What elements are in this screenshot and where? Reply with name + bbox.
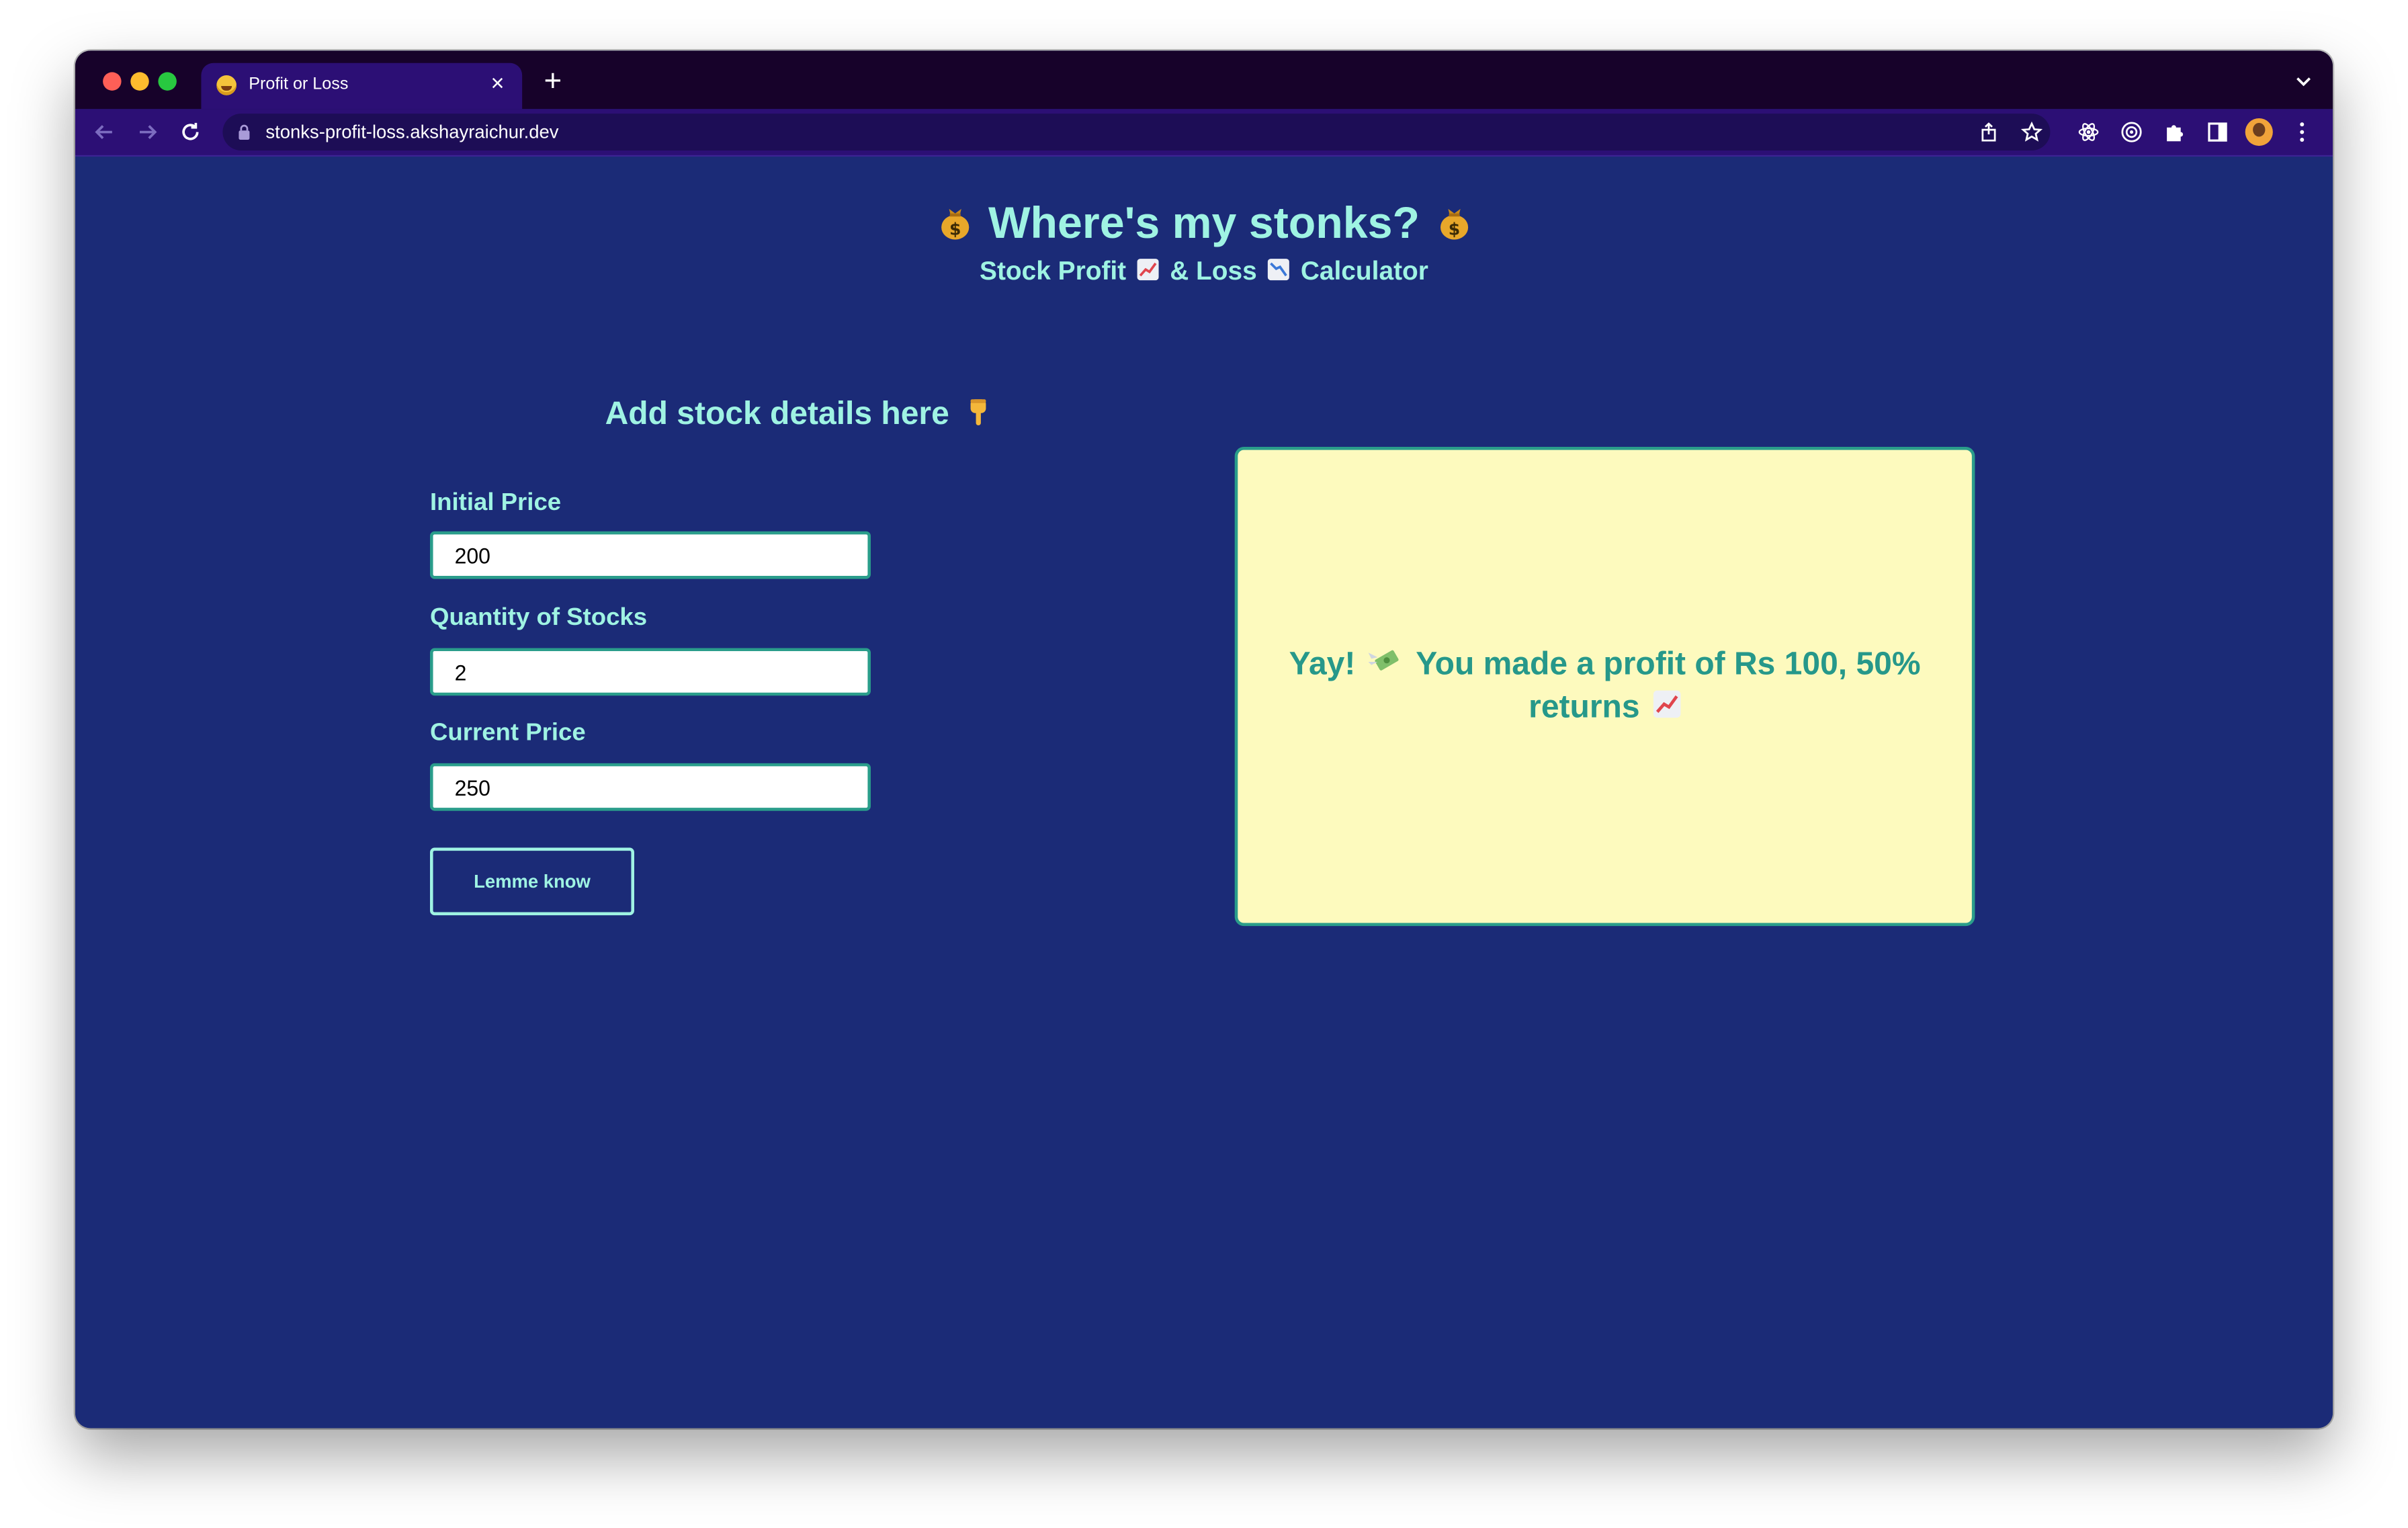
tab-title: Profit or Loss — [249, 75, 349, 94]
svg-text:$: $ — [1448, 220, 1459, 239]
result-yay-text: Yay! — [1289, 646, 1356, 682]
side-panel-icon[interactable] — [2207, 122, 2229, 143]
money-bag-icon: $ — [940, 209, 969, 241]
heading-text: Where's my stonks? — [988, 200, 1420, 249]
back-arrow-icon[interactable] — [92, 120, 117, 144]
chart-increasing-icon — [1137, 259, 1159, 281]
tab-favicon-icon — [216, 75, 236, 95]
current-price-label: Current Price — [429, 720, 586, 747]
current-price-input[interactable]: 250 — [429, 763, 871, 811]
extensions-puzzle-icon[interactable] — [2164, 122, 2186, 143]
share-icon[interactable] — [1978, 122, 2000, 143]
tab-search-chevron-icon[interactable] — [2293, 72, 2315, 90]
title-bar: Profit or Loss × + — [75, 50, 2333, 110]
forward-arrow-icon[interactable] — [135, 120, 160, 144]
page-content: $ Where's my stonks? $ Stock Profit & Lo… — [75, 157, 2333, 1429]
money-bag-icon: $ — [1439, 209, 1467, 241]
quantity-label: Quantity of Stocks — [429, 605, 648, 632]
svg-text:$: $ — [949, 220, 960, 239]
maximize-window-button[interactable] — [158, 72, 177, 91]
result-message: Yay! You made a profit of Rs 100, 50% re… — [1268, 644, 1941, 730]
form-title: Add stock details here — [430, 396, 1167, 433]
url-text: stonks-profit-loss.akshayraichur.dev — [265, 121, 559, 143]
close-window-button[interactable] — [103, 72, 122, 91]
chart-increasing-icon — [1652, 690, 1680, 718]
profile-avatar[interactable] — [2245, 118, 2273, 146]
page-title: $ Where's my stonks? $ — [75, 200, 2333, 250]
subtitle-part-stock-profit: Stock Profit — [980, 256, 1127, 286]
minimize-window-button[interactable] — [130, 72, 149, 91]
target-extension-icon[interactable] — [2121, 122, 2143, 143]
pointing-down-icon — [970, 400, 986, 427]
tab-close-icon[interactable]: × — [485, 71, 510, 97]
browser-window: Profit or Loss × + stonks-profit-loss.ak… — [75, 50, 2333, 1429]
reload-icon[interactable] — [178, 120, 203, 144]
money-with-wings-icon — [1369, 650, 1400, 671]
react-devtools-extension-icon[interactable] — [2078, 122, 2100, 143]
subtitle-part-calculator: Calculator — [1300, 256, 1428, 286]
result-panel: Yay! You made a profit of Rs 100, 50% re… — [1234, 447, 1975, 927]
address-bar[interactable]: stonks-profit-loss.akshayraichur.dev — [222, 114, 2051, 151]
browser-tab-active[interactable]: Profit or Loss × — [201, 62, 523, 110]
lock-icon[interactable] — [238, 124, 250, 140]
page-subtitle: Stock Profit & Loss Calculator — [75, 257, 2333, 288]
initial-price-label: Initial Price — [429, 490, 562, 516]
browser-toolbar: stonks-profit-loss.akshayraichur.dev — [75, 109, 2333, 157]
quantity-input[interactable]: 2 — [429, 648, 871, 696]
initial-price-input[interactable]: 200 — [429, 531, 871, 579]
screenshot-stage: Profit or Loss × + stonks-profit-loss.ak… — [0, 0, 2408, 1528]
chart-decreasing-icon — [1268, 259, 1290, 281]
new-tab-button[interactable]: + — [539, 66, 566, 97]
subtitle-part-loss: & Loss — [1170, 256, 1257, 286]
form-title-text: Add stock details here — [605, 396, 949, 432]
lemme-know-button[interactable]: Lemme know — [429, 847, 634, 916]
bookmark-star-icon[interactable] — [2020, 121, 2042, 143]
browser-menu-icon[interactable] — [2296, 122, 2308, 143]
